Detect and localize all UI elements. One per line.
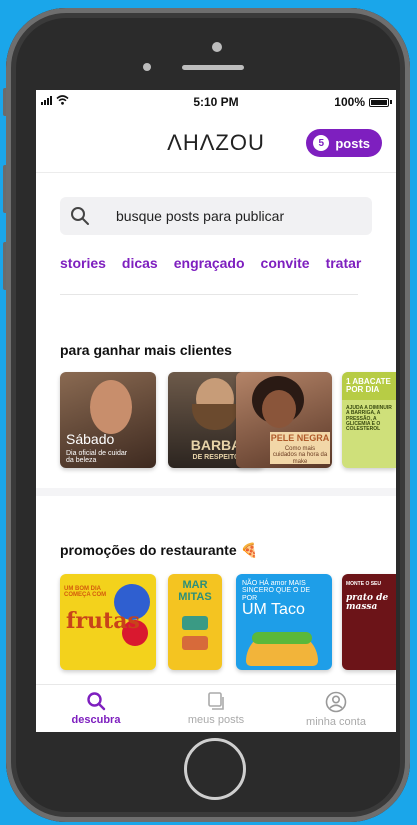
bottom-tab-bar: descubra meus posts minha conta xyxy=(36,684,396,732)
chip-convite[interactable]: convite xyxy=(261,255,310,271)
camera xyxy=(212,42,222,52)
posts-count-badge: 5 xyxy=(313,135,330,151)
posts-button[interactable]: 5 posts xyxy=(306,129,382,157)
card-title: 1 ABACATE POR DIA xyxy=(346,377,391,395)
posts-label: posts xyxy=(335,135,370,151)
header-divider xyxy=(36,172,396,173)
status-bar: 5:10 PM 100% xyxy=(36,90,396,114)
post-card[interactable]: PELE NEGRA Como mais cuidados na hora da… xyxy=(236,372,332,468)
post-card[interactable]: UM BOM DIA COMEÇA COM frutas xyxy=(60,574,156,670)
post-card[interactable]: MONTE O SEU prato de massa xyxy=(342,574,396,670)
chip-stories[interactable]: stories xyxy=(60,255,106,271)
tab-meus-posts[interactable]: meus posts xyxy=(156,685,276,732)
card-subtitle: Dia oficial de cuidar da beleza xyxy=(66,450,128,465)
search-icon xyxy=(87,692,106,711)
phone-frame: 5:10 PM 100% ΛHΛZOU 5 posts busque posts… xyxy=(6,8,410,822)
post-card[interactable]: 1 ABACATE POR DIA AJUDA A DIMINUIR A BAR… xyxy=(342,372,396,468)
chips-divider xyxy=(60,294,358,295)
earpiece-speaker xyxy=(182,65,244,70)
search-placeholder: busque posts para publicar xyxy=(116,208,285,224)
search-input[interactable]: busque posts para publicar xyxy=(60,197,372,235)
app-header: ΛHΛZOU 5 posts xyxy=(36,114,396,172)
battery-icon xyxy=(369,97,389,107)
category-chips: stories dicas engraçado convite tratar xyxy=(60,255,361,271)
front-camera xyxy=(143,63,151,71)
home-button[interactable] xyxy=(184,738,246,800)
tab-minha-conta[interactable]: minha conta xyxy=(276,685,396,732)
card-title: frutas xyxy=(66,608,140,634)
chip-engracado[interactable]: engraçado xyxy=(174,255,245,271)
tab-label: minha conta xyxy=(306,716,366,728)
account-icon xyxy=(325,691,347,713)
chip-tratar[interactable]: tratar xyxy=(326,255,362,271)
card-subtitle: AJUDA A DIMINUIR A BARRIGA, A PRESSÃO, A… xyxy=(346,405,392,432)
card-title: Sábado xyxy=(66,431,115,447)
card-subtitle: Como mais cuidados na hora da make xyxy=(272,446,328,465)
card-title: prato de massa xyxy=(346,593,389,613)
card-subtitle: MONTE O SEU xyxy=(346,581,382,587)
card-title: PELE NEGRA xyxy=(270,433,330,443)
search-icon xyxy=(71,207,89,225)
tab-descubra[interactable]: descubra xyxy=(36,685,156,732)
section-separator xyxy=(36,488,396,496)
app-screen: 5:10 PM 100% ΛHΛZOU 5 posts busque posts… xyxy=(36,90,396,732)
card-title: UM Taco xyxy=(242,601,305,618)
card-subtitle: UM BOM DIA COMEÇA COM xyxy=(64,586,107,599)
post-card[interactable]: MAR MITAS xyxy=(168,574,222,670)
card-title: MAR MITAS xyxy=(178,579,212,603)
card-subtitle: NÃO HÁ amor MAIS SINCERO QUE O DE POR xyxy=(242,580,311,602)
section-title-clientes: para ganhar mais clientes xyxy=(60,342,232,358)
post-card[interactable]: Sábado Dia oficial de cuidar da beleza xyxy=(60,372,156,468)
post-card[interactable]: NÃO HÁ amor MAIS SINCERO QUE O DE POR UM… xyxy=(236,574,332,670)
battery-percent: 100% xyxy=(334,95,365,109)
posts-icon xyxy=(208,692,224,710)
section-title-restaurante: promoções do restaurante 🍕 xyxy=(60,542,258,558)
chip-dicas[interactable]: dicas xyxy=(122,255,158,271)
tab-label: meus posts xyxy=(187,714,245,726)
tab-label: descubra xyxy=(71,714,121,726)
